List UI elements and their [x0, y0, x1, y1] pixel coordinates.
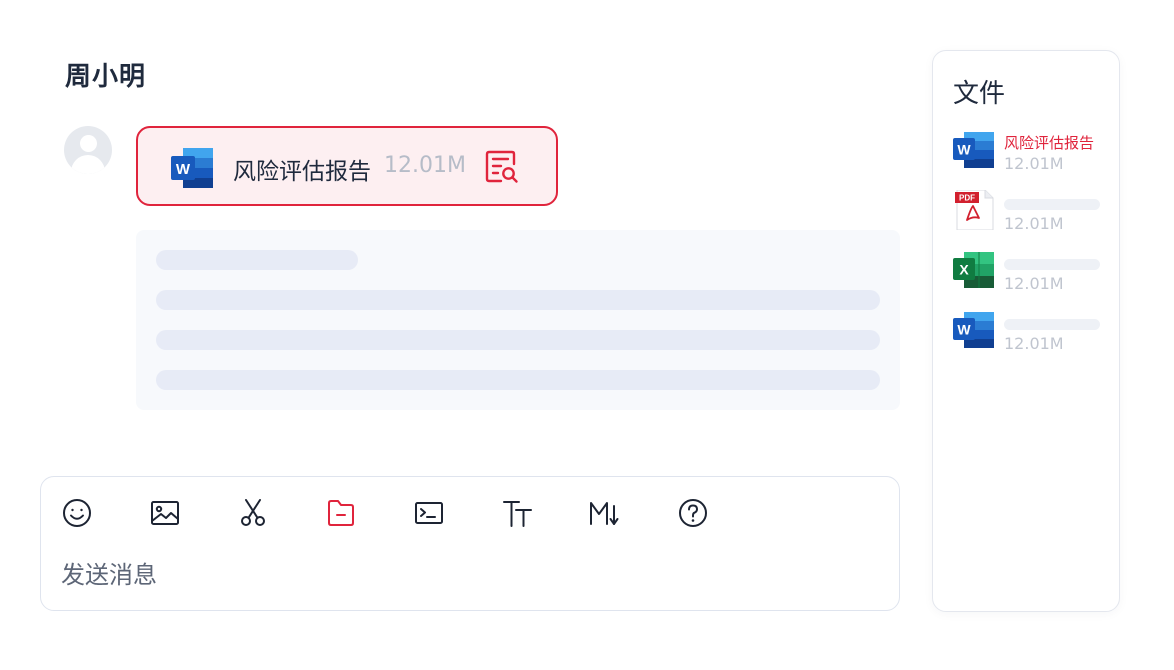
svg-text:W: W	[957, 322, 971, 338]
excel-icon: X	[953, 252, 994, 288]
image-icon[interactable]	[147, 495, 183, 531]
files-panel: 文件 W 风险评估报告 12.01M PDF 12.01M X 12.01M W…	[932, 50, 1120, 612]
contact-name: 周小明	[65, 62, 147, 92]
file-name-placeholder	[1004, 319, 1100, 330]
message-composer	[40, 476, 900, 611]
files-panel-title: 文件	[953, 79, 1006, 109]
file-list-item[interactable]: W 风险评估报告 12.01M	[953, 130, 1113, 178]
help-icon[interactable]	[675, 495, 711, 531]
file-message-card[interactable]: W 风险评估报告 12.01M	[136, 126, 558, 206]
skeleton-line	[156, 330, 880, 350]
file-list-item-name: 风险评估报告	[1004, 134, 1095, 152]
skeleton-line	[156, 290, 880, 310]
svg-text:W: W	[176, 161, 191, 178]
skeleton-line	[156, 250, 358, 270]
file-content-preview	[136, 230, 900, 410]
file-size: 12.01M	[384, 153, 466, 178]
svg-text:W: W	[957, 142, 971, 158]
markdown-icon[interactable]	[587, 495, 623, 531]
word-icon: W	[953, 312, 994, 348]
emoji-icon[interactable]	[59, 495, 95, 531]
file-name-placeholder	[1004, 259, 1100, 270]
file-list-item[interactable]: PDF 12.01M	[953, 190, 1113, 238]
svg-text:PDF: PDF	[959, 194, 975, 203]
avatar[interactable]	[64, 126, 112, 174]
skeleton-line	[156, 370, 880, 390]
file-name: 风险评估报告	[233, 159, 371, 185]
svg-text:X: X	[959, 262, 969, 278]
file-name-placeholder	[1004, 199, 1100, 210]
text-size-icon[interactable]	[499, 495, 535, 531]
message-input[interactable]	[61, 555, 881, 595]
file-list-item-size: 12.01M	[1004, 214, 1064, 233]
file-list-item-size: 12.01M	[1004, 274, 1064, 293]
file-list-item-size: 12.01M	[1004, 154, 1064, 173]
word-icon: W	[171, 148, 213, 188]
word-icon: W	[953, 132, 994, 168]
file-list-item[interactable]: X 12.01M	[953, 250, 1113, 298]
folder-icon[interactable]	[323, 495, 359, 531]
file-preview-icon[interactable]	[484, 149, 520, 185]
terminal-icon[interactable]	[411, 495, 447, 531]
file-list-item[interactable]: W 12.01M	[953, 310, 1113, 358]
scissors-icon[interactable]	[235, 495, 271, 531]
pdf-icon: PDF	[955, 190, 994, 230]
file-list-item-size: 12.01M	[1004, 334, 1064, 353]
